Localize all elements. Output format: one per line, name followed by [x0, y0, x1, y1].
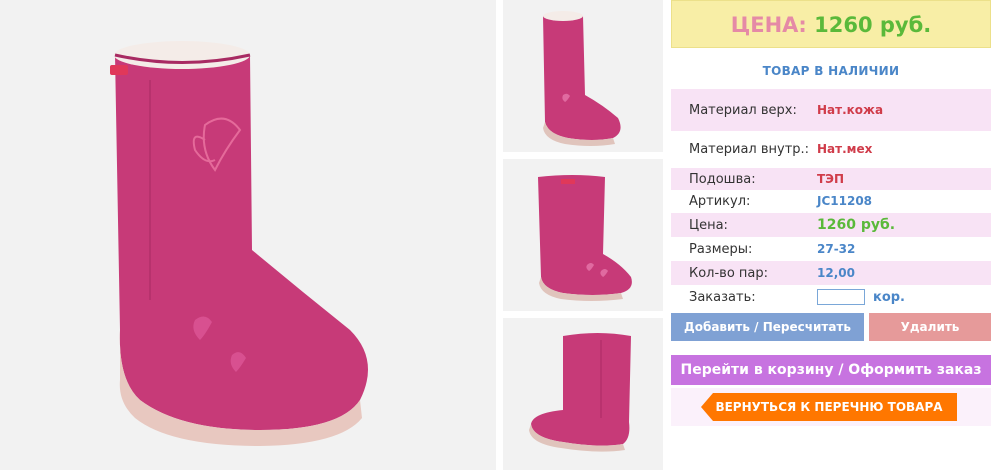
- price-value: 1260 руб.: [814, 13, 932, 37]
- go-to-cart-button[interactable]: Перейти в корзину / Оформить заказ: [671, 355, 991, 385]
- spec-label: Материал внутр.:: [689, 141, 810, 157]
- spec-label: Кол-во пар:: [689, 265, 769, 281]
- spec-value: JC11208: [817, 194, 873, 208]
- spec-row-material-inner: Материал внутр.: Нат.мех: [671, 131, 991, 167]
- thumbnail-2[interactable]: [503, 159, 663, 311]
- main-product-image[interactable]: [0, 0, 496, 470]
- spec-label: Артикул:: [689, 193, 751, 209]
- spec-row-price: Цена: 1260 руб.: [671, 213, 991, 237]
- thumbnail-3[interactable]: [503, 318, 663, 470]
- back-to-list-button[interactable]: ВЕРНУТЬСЯ К ПЕРЕЧНЮ ТОВАРА: [701, 393, 957, 421]
- boot-thumbnail-2: [538, 175, 632, 301]
- spec-value: Нат.мех: [817, 142, 873, 156]
- spec-value: 1260 руб.: [817, 217, 896, 233]
- price-box: ЦЕНА: 1260 руб.: [671, 0, 991, 48]
- add-recalculate-button[interactable]: Добавить / Пересчитать: [671, 313, 864, 341]
- order-quantity-input[interactable]: [817, 289, 865, 305]
- spec-row-material-top: Материал верх: Нат.кожа: [671, 89, 991, 131]
- delete-button[interactable]: Удалить: [869, 313, 991, 341]
- order-row: Заказать: кор.: [671, 285, 991, 309]
- stock-status: ТОВАР В НАЛИЧИИ: [762, 64, 900, 78]
- back-area: ВЕРНУТЬСЯ К ПЕРЕЧНЮ ТОВАРА: [671, 388, 991, 426]
- spec-row-sizes: Размеры: 27-32: [671, 237, 991, 261]
- spec-label: Цена:: [689, 217, 728, 233]
- order-unit: кор.: [873, 289, 905, 305]
- spec-value: ТЭП: [817, 172, 845, 186]
- boot-thumbnail-3: [529, 333, 631, 452]
- spec-label: Размеры:: [689, 241, 753, 257]
- spec-label: Подошва:: [689, 171, 756, 187]
- thumbnail-1[interactable]: [503, 0, 663, 152]
- boot-main-image: [110, 41, 368, 446]
- boot-thumbnail-1: [543, 11, 621, 146]
- spec-row-article: Артикул: JC11208: [671, 190, 991, 212]
- spec-value: Нат.кожа: [817, 103, 884, 117]
- spec-label: Материал верх:: [689, 102, 797, 118]
- price-label: ЦЕНА:: [730, 13, 807, 37]
- spec-value: 27-32: [817, 242, 856, 256]
- spec-value: 12,00: [817, 266, 855, 280]
- spec-row-pairs: Кол-во пар: 12,00: [671, 261, 991, 285]
- spec-row-sole: Подошва: ТЭП: [671, 168, 991, 190]
- order-label: Заказать:: [689, 289, 756, 305]
